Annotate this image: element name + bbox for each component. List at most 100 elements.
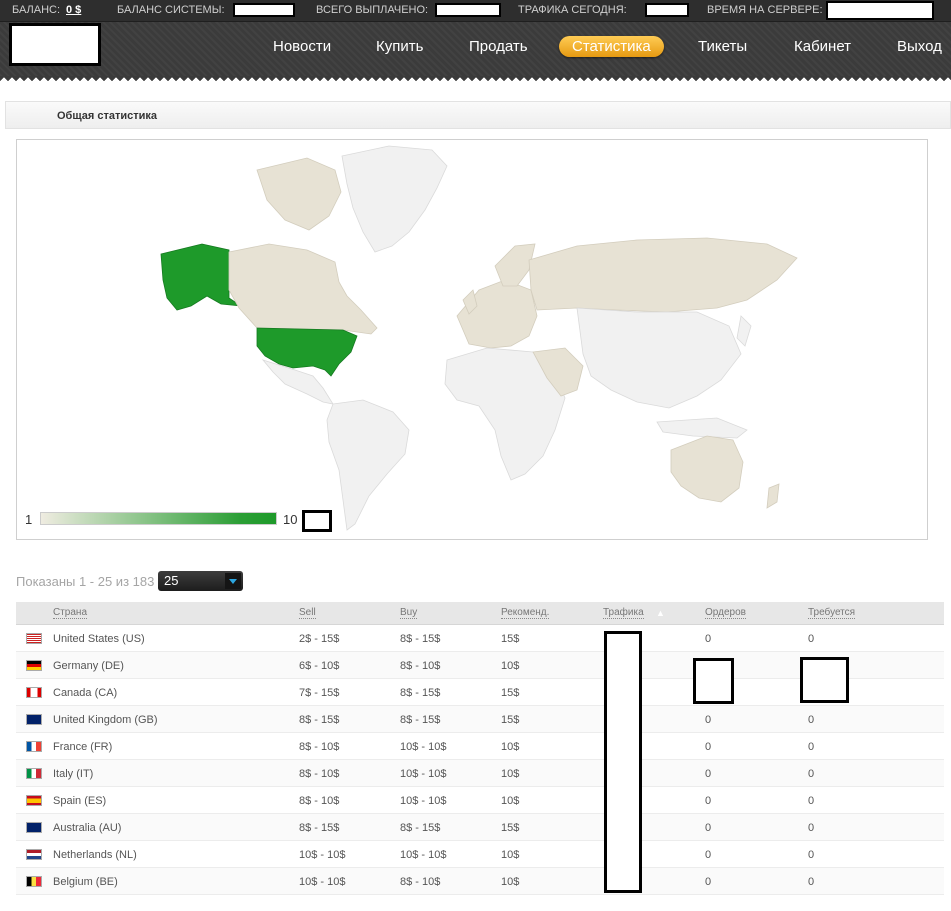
required-cell: 0 bbox=[808, 822, 815, 834]
legend-max: 10 bbox=[283, 512, 298, 527]
recommended-cell: 10$ bbox=[501, 876, 520, 888]
nav-sell[interactable]: Продать bbox=[469, 38, 528, 55]
recommended-cell: 15$ bbox=[501, 714, 520, 726]
panel-title: Общая статистика bbox=[57, 110, 158, 122]
recommended-cell: 15$ bbox=[501, 633, 520, 645]
sell-cell: 8$ - 10$ bbox=[299, 795, 340, 807]
nav-tickets[interactable]: Тикеты bbox=[698, 38, 747, 55]
buy-cell: 10$ - 10$ bbox=[400, 795, 447, 807]
orders-cell: 0 bbox=[705, 849, 712, 861]
stats-table: Страна Sell Buy Рекоменд. Трафика ▲ Орде… bbox=[16, 602, 944, 895]
table-row[interactable]: United States (US) 2$ - 15$ 8$ - 15$ 15$ 0 0 bbox=[16, 625, 944, 652]
buy-cell: 10$ - 10$ bbox=[400, 768, 447, 780]
sell-cell: 8$ - 10$ bbox=[299, 741, 340, 753]
fr-flag-icon bbox=[26, 741, 42, 752]
table-header: Страна Sell Buy Рекоменд. Трафика ▲ Орде… bbox=[16, 602, 944, 625]
ca-flag-icon bbox=[26, 687, 42, 698]
nav-news[interactable]: Новости bbox=[273, 38, 331, 55]
balance-value[interactable]: 0 $ bbox=[66, 4, 81, 16]
nav-logout[interactable]: Выход bbox=[897, 38, 942, 55]
table-row[interactable]: Australia (AU) 8$ - 15$ 8$ - 15$ 15$ 0 0 bbox=[16, 814, 944, 841]
table-row[interactable]: Italy (IT) 8$ - 10$ 10$ - 10$ 10$ 0 0 bbox=[16, 760, 944, 787]
world-map[interactable] bbox=[17, 140, 928, 540]
balance-label: БАЛАНС: bbox=[12, 4, 61, 16]
nav-buy[interactable]: Купить bbox=[376, 38, 423, 55]
table-row[interactable]: United Kingdom (GB) 8$ - 15$ 8$ - 15$ 15$ 0 0 bbox=[16, 706, 944, 733]
per-page-select[interactable]: 25 bbox=[158, 571, 243, 591]
required-cell: 0 bbox=[808, 768, 815, 780]
country-cell: Australia (AU) bbox=[53, 822, 122, 834]
redacted-legend-max bbox=[302, 510, 332, 532]
th-country[interactable]: Страна bbox=[53, 607, 88, 619]
redacted-system-balance bbox=[233, 3, 295, 17]
sell-cell: 2$ - 15$ bbox=[299, 633, 340, 645]
recommended-cell: 10$ bbox=[501, 795, 520, 807]
recommended-cell: 10$ bbox=[501, 660, 520, 672]
sell-cell: 8$ - 10$ bbox=[299, 768, 340, 780]
legend-gradient bbox=[40, 512, 277, 525]
country-cell: France (FR) bbox=[53, 741, 113, 753]
country-cell: United Kingdom (GB) bbox=[53, 714, 158, 726]
buy-cell: 10$ - 10$ bbox=[400, 741, 447, 753]
total-paid-label: ВСЕГО ВЫПЛАЧЕНО: bbox=[316, 4, 429, 16]
map-asia bbox=[576, 307, 742, 409]
nav-statistics[interactable]: Статистика bbox=[559, 36, 664, 57]
geo-map[interactable]: 1 10 bbox=[16, 139, 928, 540]
sell-cell: 10$ - 10$ bbox=[299, 876, 346, 888]
buy-cell: 8$ - 15$ bbox=[400, 633, 441, 645]
map-australia bbox=[670, 435, 744, 503]
sort-asc-icon[interactable]: ▲ bbox=[656, 608, 665, 618]
country-cell: Netherlands (NL) bbox=[53, 849, 137, 861]
redacted-required-cell bbox=[800, 657, 849, 703]
buy-cell: 10$ - 10$ bbox=[400, 849, 447, 861]
orders-cell: 0 bbox=[705, 633, 712, 645]
th-sell[interactable]: Sell bbox=[299, 607, 316, 619]
required-cell: 0 bbox=[808, 849, 815, 861]
required-cell: 0 bbox=[808, 741, 815, 753]
buy-cell: 8$ - 10$ bbox=[400, 660, 441, 672]
required-cell: 0 bbox=[808, 795, 815, 807]
th-recommended[interactable]: Рекоменд. bbox=[501, 607, 550, 619]
header: Новости Купить Продать Статистика Тикеты… bbox=[0, 21, 951, 76]
us-flag-icon bbox=[26, 633, 42, 644]
map-south-america bbox=[326, 399, 410, 531]
orders-cell: 0 bbox=[705, 768, 712, 780]
de-flag-icon bbox=[26, 660, 42, 671]
th-required[interactable]: Требуется bbox=[808, 607, 856, 619]
th-buy[interactable]: Buy bbox=[400, 607, 418, 619]
map-canada-islands bbox=[256, 157, 342, 231]
recommended-cell: 10$ bbox=[501, 768, 520, 780]
map-japan bbox=[736, 315, 752, 347]
redacted-server-time bbox=[826, 1, 934, 20]
server-time-label: ВРЕМЯ НА СЕРВЕРЕ: bbox=[707, 4, 823, 16]
th-orders[interactable]: Ордеров bbox=[705, 607, 746, 619]
redacted-total-paid bbox=[435, 3, 501, 17]
country-cell: Italy (IT) bbox=[53, 768, 94, 780]
recommended-cell: 10$ bbox=[501, 741, 520, 753]
sell-cell: 8$ - 15$ bbox=[299, 714, 340, 726]
recommended-cell: 15$ bbox=[501, 822, 520, 834]
orders-cell: 0 bbox=[705, 876, 712, 888]
traffic-today-label: ТРАФИКА СЕГОДНЯ: bbox=[518, 4, 627, 16]
table-row[interactable]: France (FR) 8$ - 10$ 10$ - 10$ 10$ 0 0 bbox=[16, 733, 944, 760]
logo[interactable] bbox=[9, 23, 101, 66]
header-zigzag-edge bbox=[0, 76, 951, 82]
gb-flag-icon bbox=[26, 714, 42, 725]
orders-cell: 0 bbox=[705, 795, 712, 807]
orders-cell: 0 bbox=[705, 741, 712, 753]
buy-cell: 8$ - 10$ bbox=[400, 876, 441, 888]
th-traffic[interactable]: Трафика bbox=[603, 607, 644, 619]
table-row[interactable]: Netherlands (NL) 10$ - 10$ 10$ - 10$ 10$ 0 0 bbox=[16, 841, 944, 868]
buy-cell: 8$ - 15$ bbox=[400, 822, 441, 834]
map-greenland bbox=[341, 145, 448, 253]
redacted-traffic-column bbox=[604, 631, 642, 893]
table-row[interactable]: Spain (ES) 8$ - 10$ 10$ - 10$ 10$ 0 0 bbox=[16, 787, 944, 814]
table-row[interactable]: Belgium (BE) 10$ - 10$ 8$ - 10$ 10$ 0 0 bbox=[16, 868, 944, 895]
bottom-fade bbox=[0, 896, 951, 911]
nav-cabinet[interactable]: Кабинет bbox=[794, 38, 851, 55]
be-flag-icon bbox=[26, 876, 42, 887]
redacted-traffic-today bbox=[645, 3, 689, 17]
per-page-value: 25 bbox=[164, 573, 179, 588]
nl-flag-icon bbox=[26, 849, 42, 860]
chevron-down-icon[interactable] bbox=[225, 573, 241, 589]
